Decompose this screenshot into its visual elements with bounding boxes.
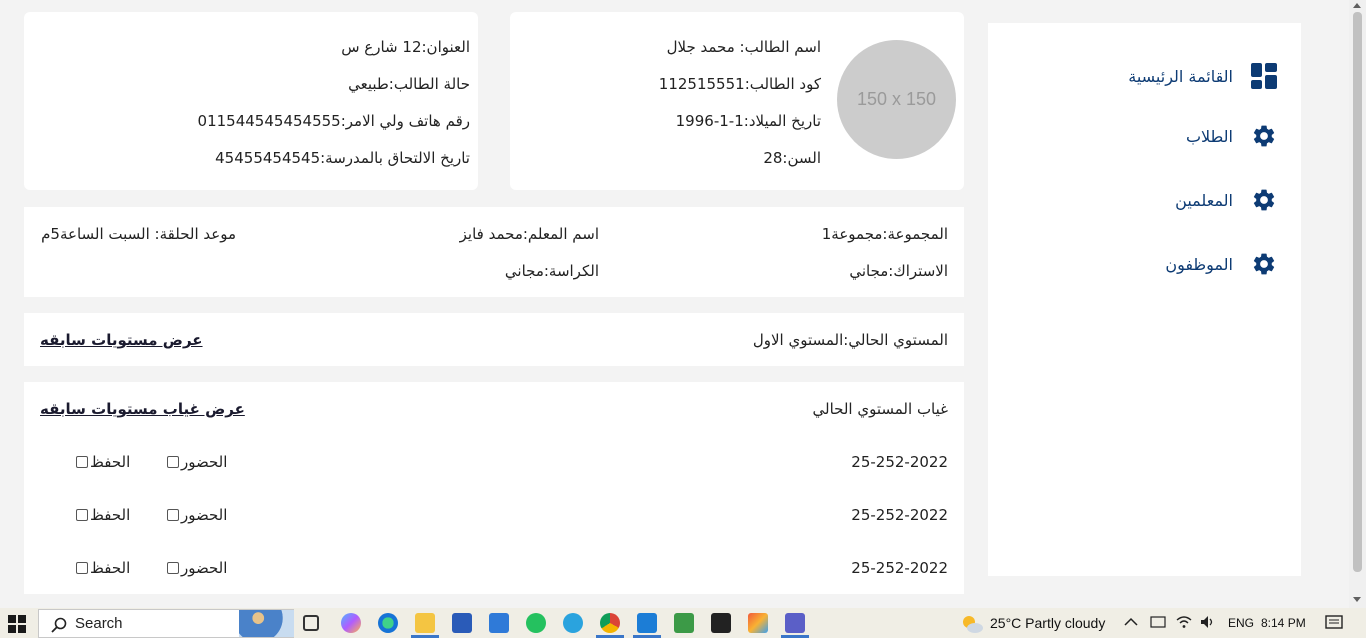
guardian-phone: رقم هاتف ولي الامر:011544545454555	[197, 112, 470, 130]
terminal-icon[interactable]	[711, 613, 731, 633]
teams-icon[interactable]	[785, 613, 805, 633]
attendance-checkbox-group: الحضور	[167, 506, 227, 524]
copilot-icon[interactable]	[341, 613, 361, 633]
edge-icon[interactable]	[378, 613, 398, 633]
sidebar: القائمة الرئيسية الطلاب المعلمين الموظفو…	[988, 23, 1301, 576]
partly-cloudy-icon	[960, 614, 983, 633]
gear-icon	[1251, 251, 1277, 277]
attendance-checkbox-group: الحضور	[167, 453, 227, 471]
memorization-checkbox[interactable]	[76, 562, 88, 574]
scroll-thumb[interactable]	[1353, 12, 1362, 572]
scroll-down-icon[interactable]	[1353, 597, 1361, 602]
memorization-checkbox-group: الحفظ	[76, 506, 130, 524]
sidebar-item-label: الموظفون	[1165, 254, 1233, 274]
student-status: حالة الطالب:طبيعي	[348, 75, 470, 93]
sidebar-item-label: المعلمين	[1175, 190, 1233, 210]
chrome-icon[interactable]	[600, 613, 620, 633]
input-method-icon[interactable]	[1150, 615, 1166, 632]
attendance-checkbox[interactable]	[167, 562, 179, 574]
attendance-checkbox[interactable]	[167, 456, 179, 468]
notification-icon[interactable]	[1325, 615, 1343, 634]
sidebar-item-dashboard[interactable]: القائمة الرئيسية	[1128, 58, 1277, 94]
attendance-label: الحضور	[181, 506, 228, 524]
absence-card: غياب المستوي الحالي عرض غياب مستويات ساب…	[24, 382, 964, 594]
vertical-scrollbar[interactable]	[1349, 0, 1366, 608]
sidebar-item-label: الطلاب	[1185, 126, 1233, 146]
attendance-row: 25-252-2022 الحضور الحفظ	[24, 506, 964, 528]
node-icon[interactable]	[674, 613, 694, 633]
vscode-icon[interactable]	[637, 613, 657, 633]
sidebar-item-students[interactable]: الطلاب	[1186, 118, 1277, 154]
file-explorer-icon[interactable]	[415, 613, 435, 633]
absence-title: غياب المستوي الحالي	[812, 400, 948, 418]
sidebar-item-label: القائمة الرئيسية	[1128, 66, 1233, 86]
chevron-up-icon[interactable]	[1124, 616, 1138, 630]
search-placeholder: Search	[75, 615, 123, 632]
student-address: العنوان:12 شارع س	[341, 38, 470, 56]
memorization-label: الحفظ	[90, 559, 131, 577]
mail-icon[interactable]	[489, 613, 509, 633]
weather-text: 25°C Partly cloudy	[990, 615, 1106, 631]
memorization-checkbox-group: الحفظ	[76, 453, 130, 471]
student-name: اسم الطالب: محمد جلال	[666, 38, 821, 56]
contact-info-card: العنوان:12 شارع س حالة الطالب:طبيعي رقم …	[24, 12, 478, 190]
attendance-row: 25-252-2022 الحضور الحفظ	[24, 559, 964, 581]
attendance-label: الحضور	[181, 453, 228, 471]
attendance-row: 25-252-2022 الحضور الحفظ	[24, 453, 964, 475]
windows-start-icon[interactable]	[8, 615, 26, 633]
taskbar-search[interactable]: Search	[38, 609, 294, 638]
group-name: المجموعة:مجموعة1	[821, 225, 948, 243]
current-level: المستوي الحالي:المستوي الاول	[752, 331, 948, 349]
telegram-icon[interactable]	[563, 613, 583, 633]
task-view-icon[interactable]	[303, 615, 319, 631]
gear-icon	[1251, 123, 1277, 149]
system-tray: ENG	[1124, 608, 1254, 638]
student-birth-date: تاريخ الميلاد:1-1-1996	[675, 112, 821, 130]
attendance-date: 25-252-2022	[851, 506, 948, 524]
search-highlight-image	[239, 610, 294, 637]
wifi-icon[interactable]	[1176, 615, 1192, 632]
scroll-up-icon[interactable]	[1353, 3, 1361, 8]
attendance-date: 25-252-2022	[851, 453, 948, 471]
dashboard-icon	[1251, 63, 1277, 89]
weather-widget[interactable]: 25°C Partly cloudy	[956, 608, 1105, 638]
memorization-checkbox[interactable]	[76, 456, 88, 468]
student-info-card: 150 x 150 اسم الطالب: محمد جلال كود الطا…	[510, 12, 964, 190]
whatsapp-icon[interactable]	[526, 613, 546, 633]
attendance-checkbox-group: الحضور	[167, 559, 227, 577]
level-card: المستوي الحالي:المستوي الاول عرض مستويات…	[24, 313, 964, 366]
attendance-checkbox[interactable]	[167, 509, 179, 521]
search-icon	[51, 617, 67, 636]
gear-icon	[1251, 187, 1277, 213]
avatar: 150 x 150	[837, 40, 956, 159]
previous-levels-link[interactable]: عرض مستويات سابقه	[40, 331, 203, 349]
sidebar-item-teachers[interactable]: المعلمين	[1175, 182, 1277, 218]
memorization-checkbox-group: الحفظ	[76, 559, 130, 577]
volume-icon[interactable]	[1200, 615, 1216, 632]
git-client-icon[interactable]	[748, 613, 768, 633]
language-indicator[interactable]: ENG	[1228, 616, 1254, 630]
subscription: الاستراك:مجاني	[849, 262, 948, 280]
teacher-name: اسم المعلم:محمد فايز	[459, 225, 599, 243]
session-time: موعد الحلقة: السبت الساعة5م	[41, 225, 236, 243]
attendance-label: الحضور	[181, 559, 228, 577]
sidebar-item-employees[interactable]: الموظفون	[1165, 246, 1277, 282]
student-age: السن:28	[763, 149, 821, 167]
memorization-checkbox[interactable]	[76, 509, 88, 521]
taskbar: Search 25°C Partly cloudy ENG 8:14 PM	[0, 608, 1366, 638]
notebook: الكراسة:مجاني	[504, 262, 599, 280]
previous-absence-link[interactable]: عرض غياب مستويات سابقه	[40, 400, 245, 418]
enroll-date: تاريخ الالتحاق بالمدرسة:45455454545	[215, 149, 470, 167]
student-code: كود الطالب:112515551	[658, 75, 821, 93]
memorization-label: الحفظ	[90, 453, 131, 471]
group-info-card: المجموعة:مجموعة1 اسم المعلم:محمد فايز مو…	[24, 207, 964, 297]
clock[interactable]: 8:14 PM	[1261, 616, 1306, 630]
store-icon[interactable]	[452, 613, 472, 633]
attendance-date: 25-252-2022	[851, 559, 948, 577]
memorization-label: الحفظ	[90, 506, 131, 524]
